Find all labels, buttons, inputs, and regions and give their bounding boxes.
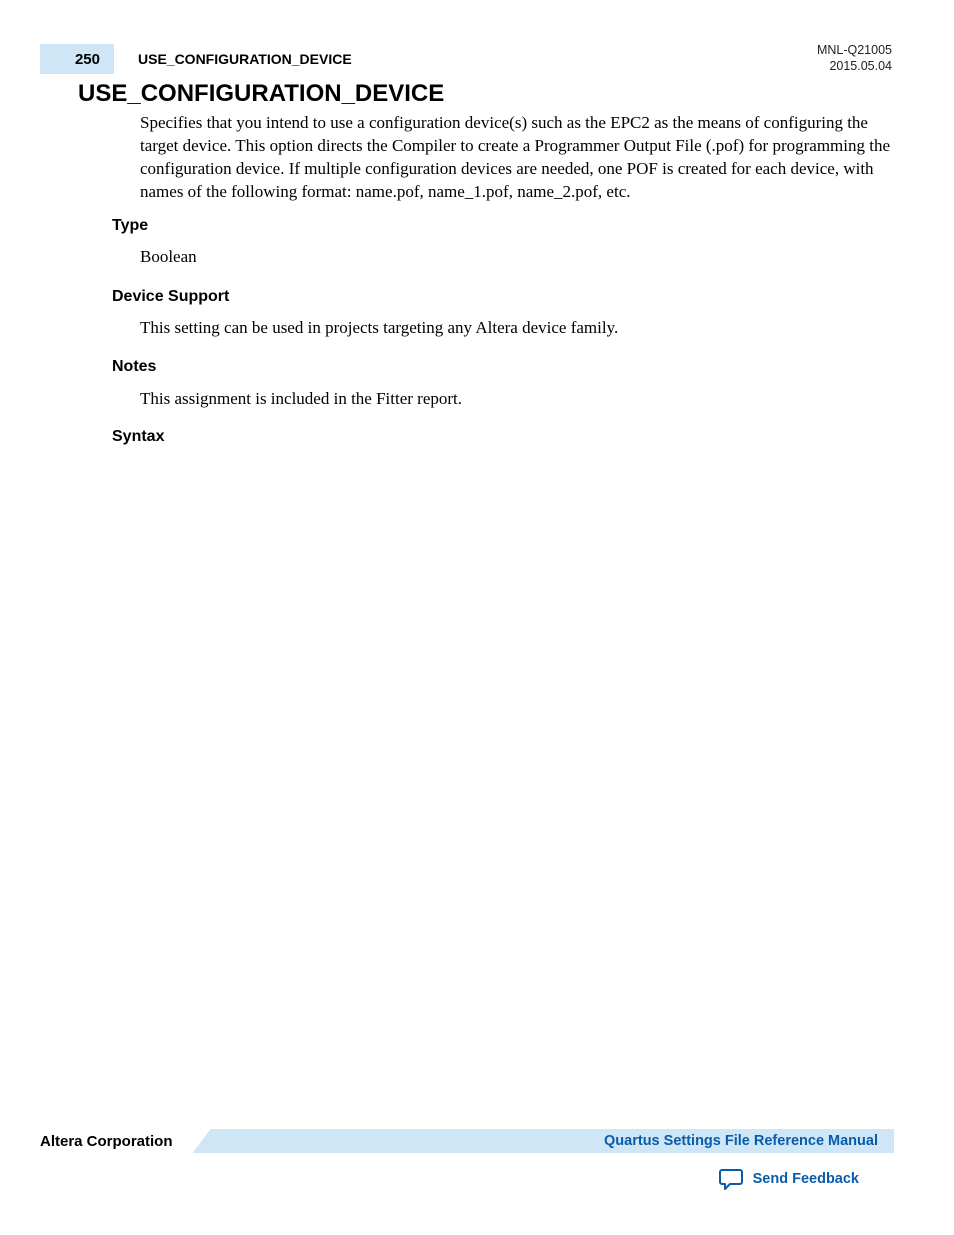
running-title: USE_CONFIGURATION_DEVICE <box>138 51 352 67</box>
speech-bubble-icon <box>719 1167 745 1191</box>
footer: Altera Corporation Quartus Settings File… <box>40 1127 894 1155</box>
footer-bar: Altera Corporation Quartus Settings File… <box>40 1127 894 1155</box>
page-number-badge: 250 <box>40 44 114 74</box>
page-title: USE_CONFIGURATION_DEVICE <box>78 80 444 108</box>
type-heading: Type <box>112 217 148 235</box>
notes-heading: Notes <box>112 358 156 376</box>
doc-date: 2015.05.04 <box>817 58 892 74</box>
doc-id-block: MNL-Q21005 2015.05.04 <box>817 42 892 75</box>
send-feedback-link[interactable]: Send Feedback <box>719 1167 859 1191</box>
device-support-heading: Device Support <box>112 288 229 306</box>
send-feedback-label: Send Feedback <box>753 1171 859 1187</box>
header-row: 250 USE_CONFIGURATION_DEVICE <box>40 42 894 76</box>
page: 250 USE_CONFIGURATION_DEVICE MNL-Q21005 … <box>0 0 954 1235</box>
syntax-heading: Syntax <box>112 428 164 446</box>
footer-ribbon: Quartus Settings File Reference Manual <box>193 1129 894 1153</box>
notes-body: This assignment is included in the Fitte… <box>140 388 892 411</box>
type-body: Boolean <box>140 246 892 269</box>
manual-title-link[interactable]: Quartus Settings File Reference Manual <box>604 1133 878 1149</box>
intro-paragraph: Specifies that you intend to use a confi… <box>140 112 892 204</box>
company-name: Altera Corporation <box>40 1133 193 1150</box>
doc-id: MNL-Q21005 <box>817 42 892 58</box>
device-support-body: This setting can be used in projects tar… <box>140 317 892 340</box>
page-number: 250 <box>75 51 100 68</box>
